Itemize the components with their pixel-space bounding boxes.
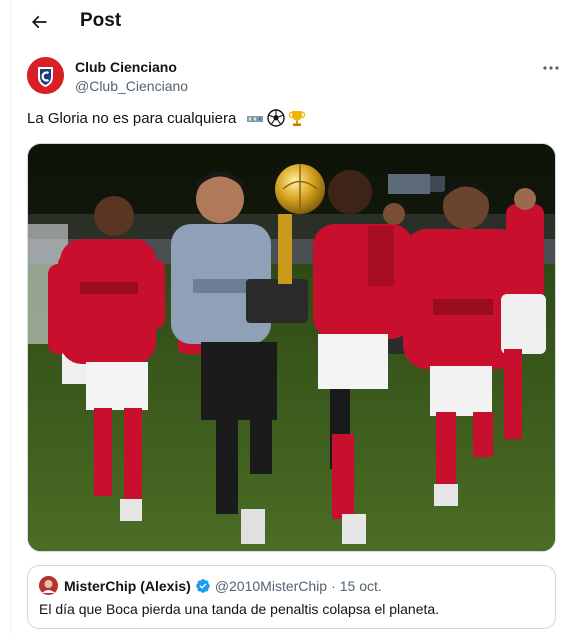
verified-badge-icon (195, 578, 210, 593)
more-options-button[interactable] (540, 60, 562, 76)
back-button[interactable] (25, 8, 53, 36)
dot-separator: · (331, 577, 336, 594)
more-dots-icon (543, 66, 559, 70)
soccer-ball-emoji-icon (267, 109, 285, 127)
arrow-left-icon (31, 15, 47, 29)
quoted-post[interactable]: MisterChip (Alexis) @2010MisterChip · 15… (27, 565, 556, 629)
quoted-avatar-image-icon (39, 576, 58, 595)
quoted-post-header: MisterChip (Alexis) @2010MisterChip · 15… (39, 576, 382, 595)
post-author: Club Cienciano @Club_Cienciano (27, 56, 567, 96)
column-border (10, 0, 11, 636)
trophy-emoji-icon (289, 111, 306, 126)
quoted-handle: @2010MisterChip (214, 577, 328, 594)
team-celebration-photo (28, 144, 555, 551)
quoted-date: 15 oct. (339, 577, 382, 594)
post-text: La Gloria no es para cualquiera (27, 109, 306, 127)
page-title: Post (80, 10, 122, 31)
cienciano-logo-icon (27, 57, 64, 94)
avatar[interactable] (27, 57, 64, 94)
post-header: Post (11, 0, 572, 42)
quoted-avatar (39, 576, 58, 595)
quoted-display-name: MisterChip (Alexis) (64, 577, 191, 594)
post-photo[interactable] (27, 143, 556, 552)
film-strip-emoji-icon (247, 116, 264, 122)
quoted-post-text: El día que Boca pierda una tanda de pena… (39, 601, 440, 617)
post-text-content: La Gloria no es para cualquiera (27, 109, 237, 127)
author-handle[interactable]: @Club_Cienciano (75, 78, 188, 94)
author-display-name[interactable]: Club Cienciano (75, 59, 177, 75)
